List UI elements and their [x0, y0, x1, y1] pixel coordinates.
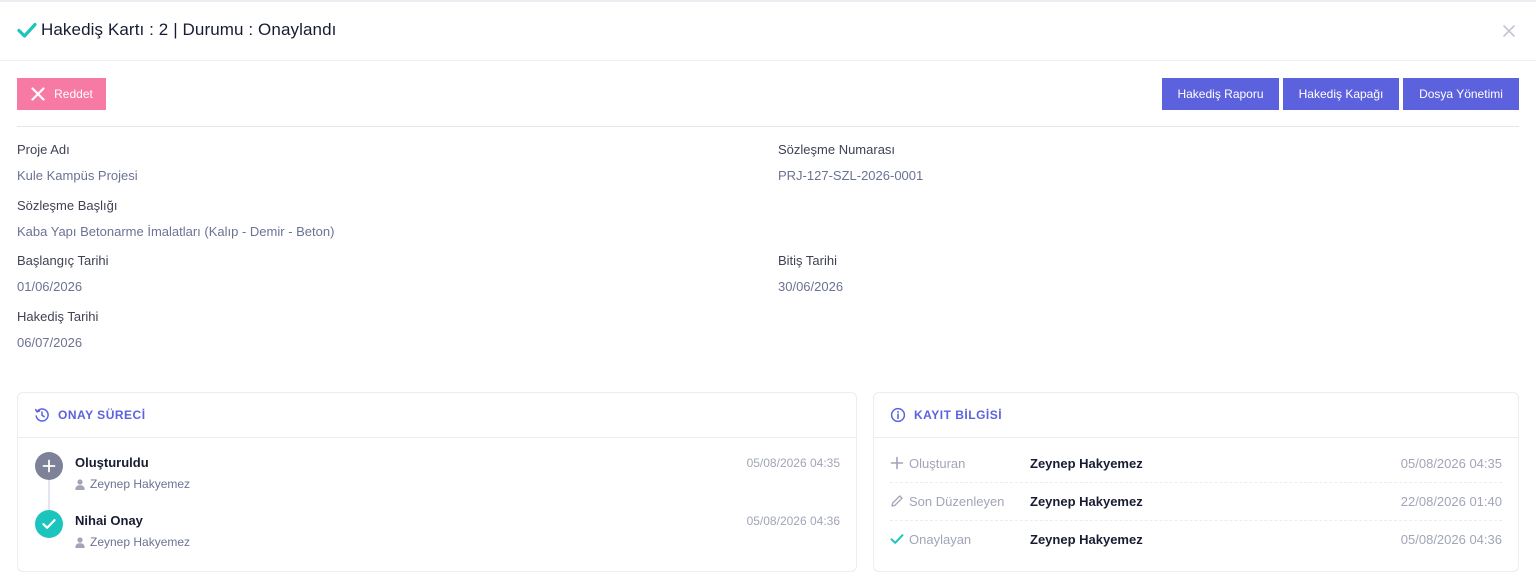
- contract-number-value: PRJ-127-SZL-2026-0001: [778, 168, 924, 183]
- progress-date-label: Hakediş Tarihi: [17, 309, 99, 324]
- check-icon: [890, 534, 904, 544]
- info-row-date: 05/08/2026 04:36: [1400, 532, 1502, 547]
- info-row-user: Zeynep Hakyemez: [1030, 456, 1143, 471]
- contract-title-label: Sözleşme Başlığı: [17, 198, 118, 213]
- card-title: KAYIT BİLGİSİ: [914, 408, 1003, 422]
- info-icon: [890, 407, 906, 423]
- timeline-step-date: 05/08/2026 04:35: [746, 456, 840, 470]
- close-icon: [31, 87, 45, 101]
- progress-date-value: 06/07/2026: [17, 335, 83, 350]
- card-header: ONAY SÜRECİ: [18, 393, 856, 438]
- progress-report-button[interactable]: Hakediş Raporu: [1162, 78, 1279, 110]
- info-row: Oluşturan Zeynep Hakyemez 05/08/2026 04:…: [890, 444, 1502, 483]
- end-date-label: Bitiş Tarihi: [778, 253, 838, 268]
- info-row-label: Onaylayan: [909, 532, 972, 547]
- divider: [17, 126, 1519, 127]
- contract-title-value: Kaba Yapı Betonarme İmalatları (Kalıp - …: [17, 224, 335, 239]
- timeline-step-user-name: Zeynep Hakyemez: [90, 535, 191, 549]
- timeline-step-title: Nihai Onay: [75, 513, 143, 528]
- start-date-label: Başlangıç Tarihi: [17, 253, 109, 268]
- contract-number-label: Sözleşme Numarası: [778, 142, 896, 157]
- project-name-value: Kule Kampüs Projesi: [17, 168, 138, 183]
- history-icon: [34, 408, 49, 422]
- card-header: KAYIT BİLGİSİ: [874, 393, 1518, 438]
- timeline-step-user-name: Zeynep Hakyemez: [90, 477, 191, 491]
- plus-icon: [42, 459, 56, 473]
- timeline-step-date: 05/08/2026 04:36: [746, 514, 840, 528]
- card-title: ONAY SÜRECİ: [58, 408, 146, 422]
- info-row-user: Zeynep Hakyemez: [1030, 494, 1143, 509]
- info-row-user: Zeynep Hakyemez: [1030, 532, 1143, 547]
- approval-process-card: ONAY SÜRECİ Oluşturuldu Zeynep Hakyemez …: [17, 392, 857, 572]
- timeline-step-user: Zeynep Hakyemez: [75, 535, 190, 549]
- progress-cover-button[interactable]: Hakediş Kapağı: [1283, 78, 1399, 110]
- check-icon: [42, 519, 56, 529]
- check-icon: [17, 22, 37, 38]
- reject-button[interactable]: Reddet: [17, 78, 106, 110]
- record-info-card: KAYIT BİLGİSİ Oluşturan Zeynep Hakyemez …: [873, 392, 1519, 572]
- start-date-value: 01/06/2026: [17, 279, 83, 294]
- reject-button-label: Reddet: [54, 87, 93, 101]
- project-name-label: Proje Adı: [17, 142, 70, 157]
- close-icon[interactable]: [1502, 24, 1516, 38]
- timeline-step-user: Zeynep Hakyemez: [75, 477, 190, 491]
- timeline-step-title: Oluşturuldu: [75, 455, 149, 470]
- user-icon: [75, 478, 85, 490]
- timeline-dot: [35, 510, 63, 538]
- modal-header: Hakediş Kartı : 2 | Durumu : Onaylandı: [0, 2, 1536, 61]
- user-icon: [75, 536, 85, 548]
- info-row-label: Oluşturan: [909, 456, 966, 471]
- info-row-label: Son Düzenleyen: [909, 494, 1005, 509]
- info-row-date: 22/08/2026 01:40: [1400, 494, 1502, 509]
- pencil-icon: [891, 495, 903, 507]
- timeline-dot: [35, 452, 63, 480]
- info-row: Son Düzenleyen Zeynep Hakyemez 22/08/202…: [890, 482, 1502, 521]
- info-row-date: 05/08/2026 04:35: [1400, 456, 1502, 471]
- end-date-value: 30/06/2026: [778, 279, 844, 294]
- modal-title: Hakediş Kartı : 2 | Durumu : Onaylandı: [41, 20, 337, 39]
- plus-icon: [890, 456, 904, 470]
- info-row: Onaylayan Zeynep Hakyemez 05/08/2026 04:…: [890, 520, 1502, 558]
- file-management-button[interactable]: Dosya Yönetimi: [1403, 78, 1519, 110]
